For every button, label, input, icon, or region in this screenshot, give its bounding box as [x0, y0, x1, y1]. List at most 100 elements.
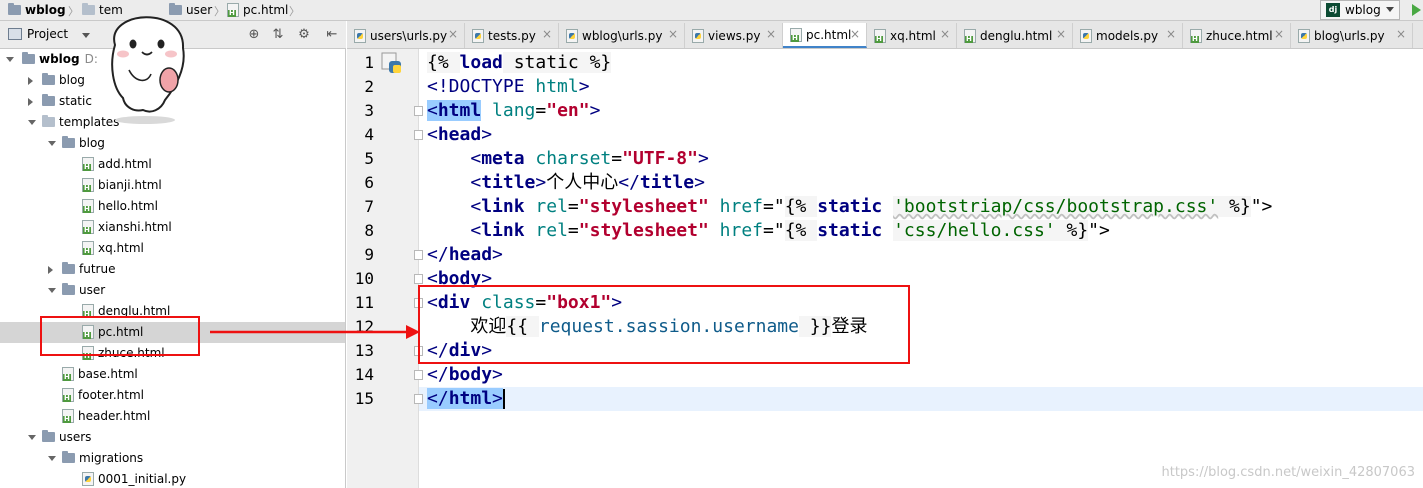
breadcrumb-project[interactable]: wblog — [8, 2, 66, 18]
tree-item[interactable]: header.html — [0, 406, 345, 427]
close-icon[interactable]: × — [542, 27, 552, 41]
code-line: <link rel="stylesheet" href="{% static '… — [427, 195, 1272, 219]
tree-item[interactable]: 0001_initial.py — [0, 469, 345, 488]
editor-tab-label: zhuce.html — [1206, 28, 1273, 43]
tree-item-text: migrations — [79, 451, 144, 465]
code-token: "> — [1250, 196, 1273, 217]
chevron-down-icon[interactable] — [48, 456, 56, 461]
code-token: rel — [535, 196, 568, 217]
chevron-down-icon[interactable] — [28, 120, 36, 125]
run-icon[interactable] — [1412, 4, 1421, 16]
chevron-down-icon[interactable] — [48, 141, 56, 146]
tree-item[interactable]: blog — [0, 133, 345, 154]
hide-panel-icon[interactable]: ⇤ — [324, 27, 340, 43]
code-token: </ — [427, 364, 449, 385]
html-file-icon — [1190, 28, 1202, 43]
tree-item-text: add.html — [98, 157, 152, 171]
templates-folder-icon — [42, 115, 55, 127]
project-view-selector[interactable]: Project — [8, 27, 68, 41]
line-number: 7 — [364, 197, 374, 216]
editor-tab[interactable]: zhuce.html× — [1183, 23, 1291, 48]
tree-item-label: footer.html — [62, 388, 144, 402]
breadcrumb-separator: 〉 — [68, 5, 79, 18]
annotation-box-code — [418, 285, 910, 364]
editor-tab[interactable]: blog\urls.py × — [1291, 23, 1413, 48]
close-icon[interactable]: × — [448, 27, 458, 41]
code-token: html — [535, 76, 579, 97]
tree-item[interactable]: bianji.html — [0, 175, 345, 196]
breadcrumb-file[interactable]: pc.html — [227, 2, 288, 18]
chevron-down-icon[interactable] — [48, 288, 56, 293]
tree-item-text: hello.html — [98, 199, 158, 213]
breadcrumb-project-label: wblog — [25, 3, 66, 17]
chevron-right-icon[interactable] — [28, 77, 33, 85]
tree-item[interactable]: footer.html — [0, 385, 345, 406]
line-number: 6 — [364, 173, 374, 192]
editor-tab[interactable]: tests.py × — [465, 23, 559, 48]
editor-tab[interactable]: views.py × — [685, 23, 783, 48]
chevron-down-icon[interactable] — [6, 57, 14, 62]
tree-item[interactable]: users — [0, 427, 345, 448]
chevron-down-icon[interactable] — [82, 33, 90, 38]
tree-item[interactable]: user — [0, 280, 345, 301]
locate-icon[interactable]: ⊕ — [246, 27, 262, 43]
code-token: <!DOCTYPE — [427, 76, 536, 97]
code-token: href — [719, 220, 764, 241]
tree-item[interactable]: futrue — [0, 259, 345, 280]
editor-tab[interactable]: wblog\urls.py × — [559, 23, 685, 48]
code-token: lang — [492, 100, 536, 121]
django-icon: dj — [1326, 3, 1340, 17]
fold-marker-icon[interactable] — [414, 394, 423, 404]
close-icon[interactable]: × — [1274, 27, 1284, 41]
editor-tabs: users\urls.py × tests.py × wblog\urls.py × vie… — [347, 21, 1423, 49]
tree-item[interactable]: migrations — [0, 448, 345, 469]
code-editor[interactable]: 1 2 3 4 5 6 7 8 9 10 11 12 13 14 15 {% load static %} <… — [347, 49, 1423, 488]
editor-tab[interactable]: models.py × — [1073, 23, 1183, 48]
run-configuration-selector[interactable]: dj wblog — [1320, 0, 1400, 20]
close-icon[interactable]: × — [1166, 27, 1176, 41]
fold-marker-icon[interactable] — [414, 106, 423, 116]
python-console-icon[interactable] — [381, 52, 403, 74]
fold-marker-icon[interactable] — [414, 130, 423, 140]
close-icon[interactable]: × — [668, 27, 678, 41]
chevron-right-icon[interactable] — [48, 266, 53, 274]
tree-item[interactable]: xq.html — [0, 238, 345, 259]
editor-tab[interactable]: users\urls.py × — [347, 23, 465, 48]
collapse-all-icon[interactable]: ⇅ — [270, 27, 286, 43]
tree-item-text: user — [79, 283, 106, 297]
editor-tab[interactable]: pc.html× — [783, 23, 867, 48]
tree-item[interactable]: add.html — [0, 154, 345, 175]
chevron-right-icon[interactable] — [28, 98, 33, 106]
python-file-icon — [82, 472, 94, 486]
tree-item[interactable]: xianshi.html — [0, 217, 345, 238]
code-token: html — [437, 100, 482, 121]
editor-gutter: 1 2 3 4 5 6 7 8 9 10 11 12 13 14 15 — [347, 49, 423, 488]
code-token: < — [427, 100, 438, 121]
annotation-box-tree — [40, 316, 200, 356]
code-token: {% — [784, 196, 818, 217]
close-icon[interactable]: × — [940, 27, 950, 41]
chevron-down-icon[interactable] — [28, 435, 36, 440]
html-file-icon — [790, 27, 802, 42]
line-number: 3 — [364, 101, 374, 120]
close-icon[interactable]: × — [1056, 27, 1066, 41]
tree-item-text: futrue — [79, 262, 116, 276]
code-token: 'css/hello.css' — [893, 220, 1056, 241]
tree-item-label: blog — [42, 73, 85, 87]
editor-tab[interactable]: xq.html × — [867, 23, 957, 48]
fold-marker-icon[interactable] — [414, 274, 423, 284]
line-number: 8 — [364, 221, 374, 240]
fold-marker-icon[interactable] — [414, 370, 423, 380]
close-icon[interactable]: × — [766, 27, 776, 41]
tree-item[interactable]: base.html — [0, 364, 345, 385]
tree-item[interactable]: hello.html — [0, 196, 345, 217]
close-icon[interactable]: × — [850, 27, 860, 41]
code-token: "stylesheet" — [578, 220, 709, 241]
fold-marker-icon[interactable] — [414, 250, 423, 260]
gear-icon[interactable]: ⚙ — [296, 27, 312, 43]
code-token: link — [481, 196, 525, 217]
close-icon[interactable]: × — [1396, 27, 1406, 41]
editor-tab[interactable]: denglu.html× — [957, 23, 1073, 48]
